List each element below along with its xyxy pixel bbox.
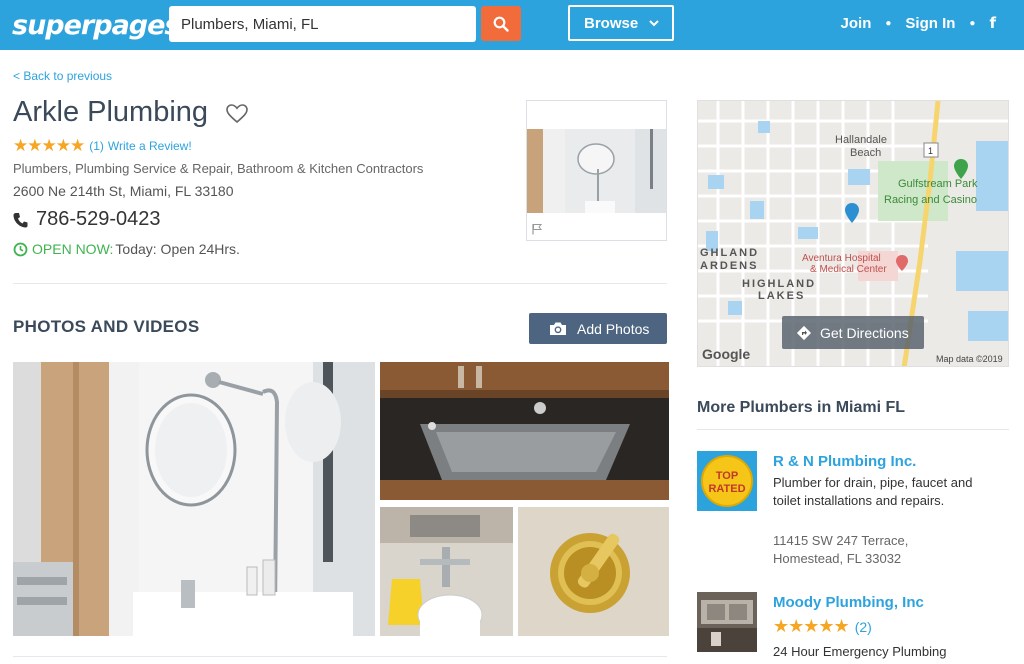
business-hours: OPEN NOW: Today: Open 24Hrs. — [13, 241, 240, 257]
superpages-logo[interactable]: superpages ® — [12, 7, 187, 43]
divider — [13, 283, 667, 284]
top-header-bar: superpages ® Browse Join ● Sign In ● f — [0, 0, 1024, 50]
business-address: 2600 Ne 214th St, Miami, FL 33180 — [13, 183, 234, 199]
related-listing-address: 11415 SW 247 Terrace, Homestead, FL 3303… — [773, 532, 908, 568]
map-route-shield: 1 — [928, 146, 933, 156]
business-phone[interactable]: 786-529-0423 — [13, 208, 161, 231]
clock-icon — [13, 242, 28, 256]
map-label-medical-center: & Medical Center — [810, 264, 887, 275]
more-plumbers-title: More Plumbers in Miami FL — [697, 399, 906, 416]
toilet-photo-image — [380, 507, 513, 636]
map-label-aventura: Aventura Hospital — [802, 253, 881, 264]
brass-handle-photo-image — [518, 507, 669, 636]
search-button[interactable] — [481, 6, 521, 41]
user-nav: Join ● Sign In ● f — [841, 14, 996, 32]
gallery-photo-toilet[interactable] — [380, 507, 513, 636]
address-line-2: Homestead, FL 33032 — [773, 551, 902, 566]
kitchen-sink-photo-image — [380, 362, 669, 500]
hours-text: Today: Open 24Hrs. — [115, 241, 240, 257]
badge-rated-text: RATED — [708, 483, 745, 495]
get-directions-button[interactable]: Get Directions — [782, 316, 924, 349]
photos-section-title: PHOTOS AND VIDEOS — [13, 317, 200, 336]
camera-icon — [550, 322, 566, 335]
nav-separator: ● — [969, 17, 976, 29]
related-listing-description: 24 Hour Emergency Plumbing — [773, 644, 947, 659]
gallery-photo-kitchen-sink[interactable] — [380, 362, 669, 500]
add-photos-button[interactable]: Add Photos — [529, 313, 667, 344]
badge-top-text: TOP — [716, 470, 738, 482]
map-label-beach: Beach — [850, 147, 881, 159]
related-listing-description: Plumber for drain, pipe, faucet and toil… — [773, 475, 973, 508]
browse-dropdown[interactable]: Browse — [568, 5, 674, 41]
shower-photo-image — [13, 362, 375, 636]
business-name: Arkle Plumbing — [13, 96, 209, 128]
address-line-1: 11415 SW 247 Terrace, — [773, 533, 909, 548]
favorite-heart-icon[interactable] — [226, 104, 248, 124]
browse-label: Browse — [584, 14, 639, 32]
rating-stars: ★★★★★ — [13, 136, 85, 155]
get-directions-label: Get Directions — [820, 324, 909, 341]
open-now-label: OPEN NOW: — [32, 241, 114, 257]
phone-icon — [13, 212, 28, 227]
map-label-hallandale: Hallandale — [835, 134, 887, 146]
gallery-photo-brass-handle[interactable] — [518, 507, 669, 636]
gallery-photo-shower[interactable] — [13, 362, 375, 636]
map-data-attribution: Map data ©2019 — [936, 354, 1003, 364]
divider — [13, 656, 667, 657]
rating-count[interactable]: (1) — [89, 139, 104, 153]
thumbnail-bathroom-photo — [527, 129, 666, 213]
map-label-lakes: LAKES — [758, 290, 805, 302]
sign-in-link[interactable]: Sign In — [905, 15, 955, 32]
map-label-highland: HIGHLAND — [742, 278, 816, 290]
search-icon — [493, 16, 509, 32]
directions-icon — [796, 325, 812, 340]
google-logo: Google — [702, 346, 751, 362]
related-listing-rating: ★★★★★ (2) — [773, 616, 872, 637]
map-label-ardens: ARDENS — [700, 260, 758, 272]
facebook-icon[interactable]: f — [989, 14, 996, 32]
logo-text: superpages — [12, 9, 181, 41]
chevron-down-icon — [649, 20, 659, 27]
add-photos-label: Add Photos — [577, 320, 650, 337]
phone-number: 786-529-0423 — [36, 208, 161, 230]
nav-separator: ● — [885, 17, 892, 29]
business-categories: Plumbers, Plumbing Service & Repair, Bat… — [13, 161, 424, 176]
rating-stars: ★★★★★ — [773, 616, 850, 636]
rating-count[interactable]: (2) — [855, 619, 872, 635]
report-flag-icon[interactable] — [531, 223, 543, 235]
business-thumbnail[interactable] — [526, 100, 667, 241]
business-rating: ★★★★★ (1) Write a Review! — [13, 136, 192, 156]
related-listing-name[interactable]: Moody Plumbing, Inc — [773, 594, 924, 611]
search-input[interactable] — [169, 6, 476, 42]
divider — [697, 429, 1009, 430]
join-link[interactable]: Join — [841, 15, 872, 32]
write-review-link[interactable]: Write a Review! — [108, 139, 192, 153]
top-rated-badge[interactable]: TOP RATED — [697, 451, 757, 511]
back-to-previous-link[interactable]: < Back to previous — [13, 69, 112, 83]
map-label-ghland: GHLAND — [700, 247, 759, 259]
map-label-racing: Racing and Casino — [884, 194, 977, 206]
related-listing-name[interactable]: R & N Plumbing Inc. — [773, 453, 916, 470]
related-listing-thumbnail[interactable] — [697, 592, 757, 652]
map-label-gulfstream: Gulfstream Park — [898, 178, 978, 190]
